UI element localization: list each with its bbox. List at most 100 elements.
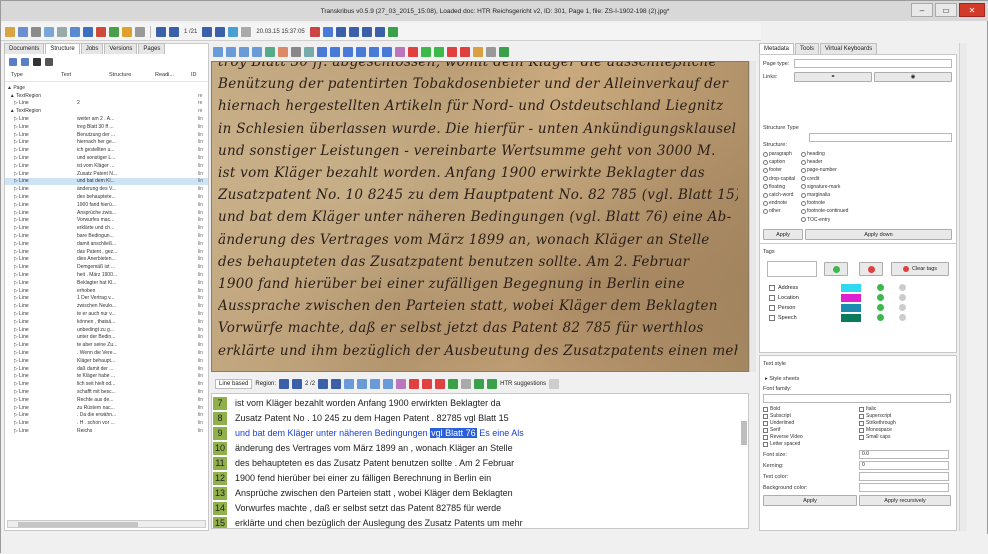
or-tag-icon[interactable] <box>409 379 420 389</box>
date-field[interactable]: 20.03.15 15:37:05 <box>254 29 306 35</box>
line-text[interactable]: Vorwurfes machte , daß er selbst setzt d… <box>227 503 501 513</box>
close-button[interactable]: ✕ <box>959 3 985 17</box>
page-type-select[interactable] <box>794 59 952 68</box>
tree-row[interactable]: ▲ TextRegion re <box>5 107 208 115</box>
tab-jobs[interactable]: Jobs <box>80 43 104 54</box>
align-right-icon[interactable] <box>370 379 381 389</box>
show-regions-icon[interactable] <box>317 47 327 57</box>
tree-row[interactable]: ▷ Line Reichs lin <box>5 427 208 435</box>
tag-input[interactable] <box>767 261 817 277</box>
col-id[interactable]: ID <box>185 72 199 81</box>
columns-icon[interactable] <box>335 26 346 37</box>
document-image[interactable]: troy Blatt 30 ff. abgeschlossen, womit d… <box>211 61 749 372</box>
last-page-icon[interactable] <box>215 26 226 37</box>
style-checkbox[interactable]: Letter spaced <box>763 441 800 447</box>
editor-line[interactable]: 14 Vorwurfes machte , daß er selbst setzt… <box>212 501 742 515</box>
align-left-icon[interactable] <box>344 379 355 389</box>
reading-order-icon[interactable] <box>33 58 41 66</box>
tag-row[interactable]: Location <box>769 293 799 302</box>
justify-icon[interactable] <box>383 379 394 389</box>
sort-icon[interactable] <box>45 58 53 66</box>
record-icon[interactable] <box>408 47 418 57</box>
fit-icon[interactable] <box>239 47 249 57</box>
tree-row[interactable]: ▷ Line weiter am 2 . A... lin <box>5 115 208 123</box>
selected-text[interactable]: vgl Blatt 76 <box>430 428 477 438</box>
chevron-down-icon[interactable] <box>309 26 320 37</box>
tag-row[interactable]: Speech <box>769 313 797 322</box>
redo-icon[interactable] <box>487 379 498 389</box>
tree-row[interactable]: ▷ Line des behauptete... lin <box>5 193 208 201</box>
user-icon[interactable] <box>44 26 54 37</box>
save-icon[interactable] <box>83 26 93 37</box>
maximize-button[interactable]: ▭ <box>935 3 957 17</box>
style-checkbox[interactable]: Monospace <box>859 427 892 433</box>
download-icon[interactable] <box>70 26 80 37</box>
structure-type-field[interactable] <box>809 133 952 142</box>
apply-recursively-button[interactable]: Apply recursively <box>859 495 951 506</box>
editor-scrollbar[interactable] <box>741 421 747 445</box>
prev-page-icon[interactable] <box>169 26 179 37</box>
col-text[interactable]: Text <box>55 72 103 81</box>
kerning-input[interactable]: 0 <box>859 461 949 470</box>
col-reading[interactable]: Readi... <box>149 72 185 81</box>
tab-versions[interactable]: Versions <box>104 43 138 54</box>
scroll-thumb[interactable] <box>18 522 138 527</box>
structure-radio[interactable]: footnote <box>801 200 825 206</box>
tag-color-swatch[interactable] <box>841 293 861 302</box>
fit-width-icon[interactable] <box>252 47 262 57</box>
tree-row[interactable]: ▷ Line zu Rüstern nac... lin <box>5 404 208 412</box>
structure-radio[interactable]: header <box>801 159 823 165</box>
tree-row[interactable]: ▷ Line bare Bedingun... lin <box>5 232 208 240</box>
style-checkbox[interactable]: Italic <box>859 406 876 412</box>
translate-icon[interactable] <box>278 47 288 57</box>
editor-line[interactable]: 15 erklärte und chen bezüglich der Ausleg… <box>212 516 742 528</box>
tree-row[interactable]: ▷ Line te Kläger habe ... lin <box>5 372 208 380</box>
tree-row[interactable]: ▷ Line 2 re <box>5 100 208 108</box>
tab-pages[interactable]: Pages <box>138 43 166 54</box>
add-tag-button[interactable] <box>824 262 848 276</box>
tree-row[interactable]: ▷ Line ist vom Kläger ... lin <box>5 162 208 170</box>
tree-row[interactable]: ▷ Line unter der Bedin... lin <box>5 334 208 342</box>
settings-icon[interactable] <box>135 26 145 37</box>
tag-remove-icon[interactable] <box>899 294 906 301</box>
tab-metadata[interactable]: Metadata <box>759 43 795 54</box>
tag-row[interactable]: Address <box>769 283 798 292</box>
style-sheets-toggle[interactable]: ▸ Style sheets <box>765 376 799 382</box>
structure-radio[interactable]: credit <box>801 176 819 182</box>
tree-row[interactable]: ▷ Line te aber seine Zu... lin <box>5 341 208 349</box>
right-panel-scrollbar[interactable] <box>959 43 967 531</box>
tag-remove-icon[interactable] <box>899 314 906 321</box>
rows-icon[interactable] <box>348 26 359 37</box>
tree-row[interactable]: ▷ Line Ansprüche zwis... lin <box>5 209 208 217</box>
style-checkbox[interactable]: Underlined <box>763 420 794 426</box>
tag-color-swatch[interactable] <box>841 283 861 292</box>
structure-radio[interactable]: catch-word <box>763 192 793 198</box>
tree-row[interactable]: ▷ Line ich gestellten u... lin <box>5 146 208 154</box>
style-checkbox[interactable]: Bold <box>763 406 780 412</box>
link-button[interactable]: ⚭ <box>794 72 872 82</box>
home-icon[interactable] <box>5 26 15 37</box>
show-reading-icon[interactable] <box>382 47 392 57</box>
show-lines-icon[interactable] <box>330 47 340 57</box>
first-region-icon[interactable] <box>279 379 290 389</box>
zoom-out-icon[interactable] <box>226 47 236 57</box>
layout-icon[interactable] <box>374 26 385 37</box>
editor-line[interactable]: 11 des behaupteten es das Zusatz Patent b… <box>212 456 742 470</box>
align-center-icon[interactable] <box>357 379 368 389</box>
tree-row[interactable]: ▷ Line schafft mit besc... lin <box>5 388 208 396</box>
structure-radio[interactable]: other <box>763 208 780 214</box>
green-flag-icon[interactable] <box>448 379 459 389</box>
line-text[interactable]: Zusatz Patent No . 10 245 zu dem Hagen P… <box>227 413 509 423</box>
editor-line[interactable]: 13 Ansprüche zwischen den Parteien statt … <box>212 486 742 500</box>
tree-row[interactable]: ▷ Line 1900 fand hierü... lin <box>5 201 208 209</box>
tag-add-icon[interactable] <box>877 284 884 291</box>
tab-tools[interactable]: Tools <box>795 43 820 54</box>
editor-line[interactable]: 7 ist vom Kläger bezahlt worden Anfang 19… <box>212 396 742 410</box>
editor-line[interactable]: 12 1900 fend hierüber bei einer zu fällig… <box>212 471 742 485</box>
remove-shape-icon[interactable] <box>447 47 457 57</box>
tree-row[interactable]: ▷ Line erklärte und ch... lin <box>5 224 208 232</box>
tree-row[interactable]: ▷ Line heit . März 1900... lin <box>5 271 208 279</box>
minimize-button[interactable]: – <box>911 3 933 17</box>
apply-structure-button[interactable]: Apply <box>763 229 803 240</box>
tag-checkbox[interactable] <box>769 314 775 321</box>
